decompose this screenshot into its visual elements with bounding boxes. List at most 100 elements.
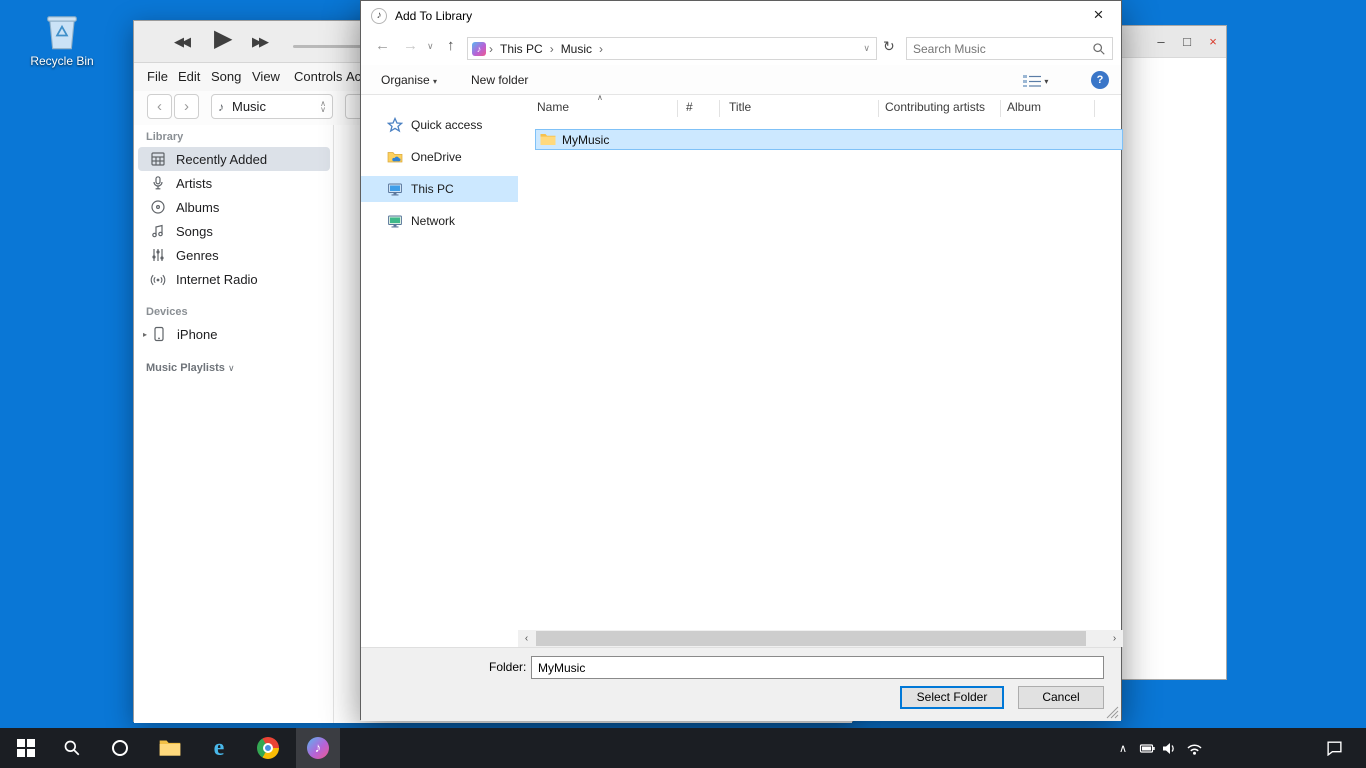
file-row-mymusic[interactable]: MyMusic: [535, 129, 1123, 150]
chrome-button[interactable]: [248, 728, 288, 768]
dialog-footer: Folder: Select Folder Cancel: [361, 647, 1121, 721]
rewind-icon[interactable]: ◀◀: [174, 34, 188, 50]
nav-item-quick-access[interactable]: Quick access: [361, 112, 518, 138]
cancel-button[interactable]: Cancel: [1018, 686, 1104, 709]
music-playlists-heading[interactable]: Music Playlists ∨: [146, 362, 235, 374]
sidebar-item-iphone[interactable]: ▸ iPhone: [138, 322, 330, 346]
nav-item-this-pc[interactable]: This PC: [361, 176, 518, 202]
dialog-titlebar[interactable]: ♪ Add To Library ×: [361, 1, 1121, 31]
search-input[interactable]: [907, 42, 1092, 56]
organise-button[interactable]: Organise ▾: [381, 65, 437, 95]
tray-show-hidden-icons[interactable]: ∧: [1112, 728, 1134, 768]
column-divider[interactable]: [1000, 100, 1001, 117]
forward-icon[interactable]: →: [403, 37, 418, 54]
resize-grip[interactable]: [1106, 706, 1119, 719]
collapse-icon: ∨: [228, 363, 235, 373]
column-divider[interactable]: [719, 100, 720, 117]
taskbar-search-button[interactable]: [52, 728, 92, 768]
breadcrumb-this-pc[interactable]: This PC: [496, 42, 547, 56]
internet-explorer-button[interactable]: e: [199, 728, 239, 768]
new-folder-button[interactable]: New folder: [471, 65, 528, 95]
sidebar-item-albums[interactable]: Albums: [138, 195, 330, 219]
recent-locations-chevron-icon[interactable]: ∨: [427, 41, 434, 52]
column-divider[interactable]: [1094, 100, 1095, 117]
breadcrumb-music[interactable]: Music: [557, 42, 596, 56]
itunes-icon: ♪: [307, 737, 329, 759]
column-divider[interactable]: [677, 100, 678, 117]
this-pc-icon: [387, 181, 403, 197]
close-icon[interactable]: ×: [1200, 26, 1226, 58]
scroll-right-icon[interactable]: ›: [1106, 630, 1123, 647]
back-icon[interactable]: ←: [375, 37, 390, 54]
media-kind-selector[interactable]: ♪ Music ∧ ∨: [211, 94, 333, 119]
address-dropdown-icon[interactable]: ∨: [863, 43, 872, 54]
grid-icon: [150, 151, 166, 167]
dialog-close-button[interactable]: ×: [1076, 1, 1121, 31]
menu-controls[interactable]: Controls: [294, 69, 342, 84]
search-box[interactable]: [906, 37, 1113, 60]
action-center-button[interactable]: [1320, 728, 1348, 768]
view-options-button[interactable]: ▾: [1023, 74, 1048, 86]
dropdown-icon: ▾: [433, 77, 437, 86]
tray-network[interactable]: [1182, 728, 1206, 768]
cortana-circle-icon: [112, 740, 128, 756]
file-explorer-button[interactable]: [150, 728, 190, 768]
column-divider[interactable]: [878, 100, 879, 117]
recycle-bin-label: Recycle Bin: [26, 54, 98, 68]
sidebar-item-recently-added[interactable]: Recently Added: [138, 147, 330, 171]
folder-field-label: Folder:: [489, 660, 526, 674]
itunes-taskbar-button[interactable]: ♪: [296, 728, 340, 768]
recycle-bin[interactable]: Recycle Bin: [26, 8, 98, 68]
folder-name-input[interactable]: [531, 656, 1104, 679]
column-header-title[interactable]: Title: [729, 100, 751, 114]
expander-icon[interactable]: ▸: [143, 330, 147, 339]
nav-item-network[interactable]: Network: [361, 208, 518, 234]
sidebar-item-songs[interactable]: Songs: [138, 219, 330, 243]
search-icon[interactable]: [1092, 42, 1106, 56]
start-button[interactable]: [6, 728, 46, 768]
music-note-icon: ♪: [477, 44, 482, 54]
itunes-forward-button[interactable]: ›: [174, 94, 199, 119]
file-name: MyMusic: [562, 133, 609, 147]
scroll-left-icon[interactable]: ‹: [518, 630, 535, 647]
select-folder-button[interactable]: Select Folder: [900, 686, 1004, 709]
refresh-icon[interactable]: ↻: [883, 38, 895, 55]
chevron-down-icon: ∨: [320, 107, 326, 113]
location-icon: ♪: [472, 42, 486, 56]
crumb-separator-icon: ›: [596, 42, 606, 56]
list-view-icon: [1023, 75, 1041, 87]
menu-edit[interactable]: Edit: [178, 69, 200, 84]
search-icon: [63, 739, 81, 757]
column-header-number[interactable]: #: [686, 100, 693, 114]
column-header-album[interactable]: Album: [1007, 100, 1041, 114]
menu-view[interactable]: View: [252, 69, 280, 84]
play-icon[interactable]: ▶: [214, 24, 232, 53]
sidebar-item-internet-radio[interactable]: Internet Radio: [138, 267, 330, 291]
horizontal-scrollbar[interactable]: ‹ ›: [518, 630, 1123, 647]
sidebar-item-artists[interactable]: Artists: [138, 171, 330, 195]
scrollbar-thumb[interactable]: [536, 631, 1086, 646]
itunes-back-button[interactable]: ‹: [147, 94, 172, 119]
fast-forward-icon[interactable]: ▶▶: [252, 34, 266, 50]
sidebar-item-label: Recently Added: [176, 152, 267, 167]
tray-battery[interactable]: [1136, 728, 1158, 768]
maximize-icon[interactable]: □: [1174, 26, 1200, 58]
menu-song[interactable]: Song: [211, 69, 241, 84]
menu-file[interactable]: File: [147, 69, 168, 84]
column-header-contributing-artists[interactable]: Contributing artists: [885, 100, 985, 114]
tray-volume[interactable]: [1158, 728, 1180, 768]
address-bar[interactable]: ♪ › This PC › Music › ∨: [467, 37, 877, 60]
up-icon[interactable]: ↑: [447, 37, 455, 54]
minimize-icon[interactable]: –: [1148, 26, 1174, 58]
dialog-title: Add To Library: [395, 1, 472, 31]
select-folder-label: Select Folder: [917, 690, 988, 704]
crumb-separator-icon: ›: [486, 42, 496, 56]
sidebar-item-genres[interactable]: Genres: [138, 243, 330, 267]
help-button[interactable]: ?: [1091, 71, 1109, 89]
cortana-button[interactable]: [100, 728, 140, 768]
column-header-name[interactable]: Name: [537, 100, 569, 114]
crumb-separator-icon: ›: [547, 42, 557, 56]
itunes-app-icon: ♪: [371, 8, 387, 24]
menu-account[interactable]: Ac: [346, 69, 361, 84]
nav-item-onedrive[interactable]: OneDrive: [361, 144, 518, 170]
